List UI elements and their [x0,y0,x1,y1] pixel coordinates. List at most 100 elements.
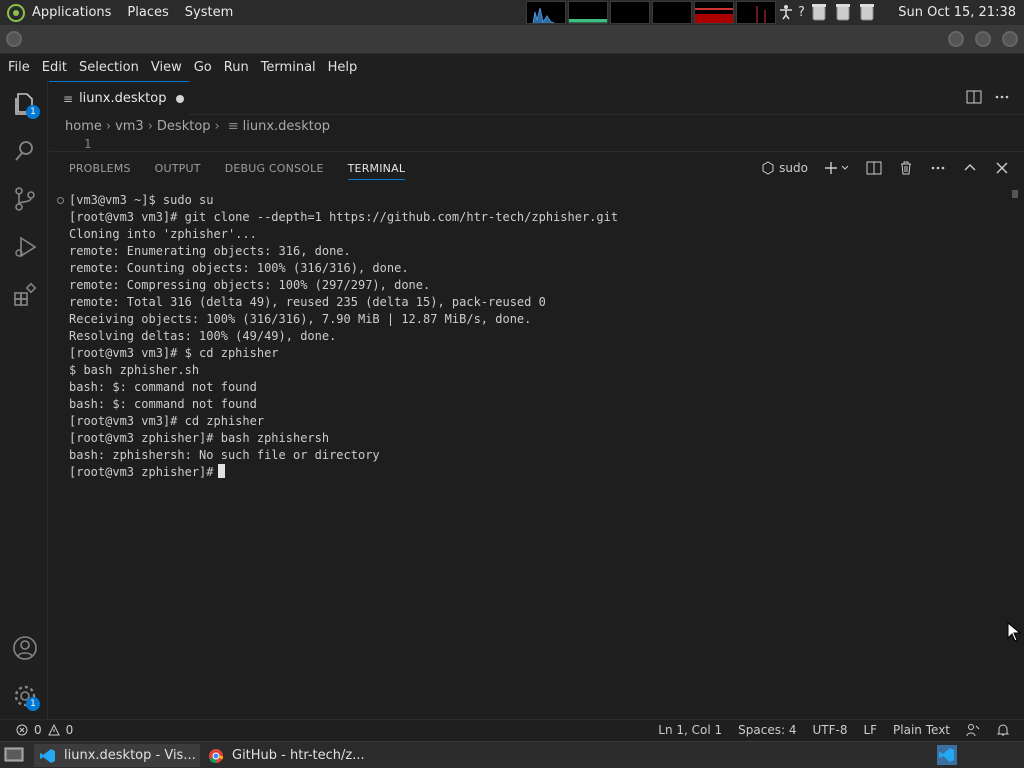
system-monitor-applets [526,1,776,24]
show-desktop-icon[interactable] [4,746,24,764]
cursor-position[interactable]: Ln 1, Col 1 [658,723,722,737]
terminal-prompt: [root@vm3 zphisher]# [69,465,214,479]
taskbar-item-label: liunx.desktop - Vis... [64,748,196,763]
trash-icon[interactable] [857,2,877,22]
accounts-icon[interactable] [12,635,38,661]
warning-icon [47,724,60,736]
unsaved-dot-icon[interactable] [176,94,185,103]
menu-help[interactable]: Help [322,60,364,75]
activity-bar: 1 1 [0,81,48,719]
gnome-foot-icon[interactable] [6,3,26,23]
trash-icon[interactable] [809,2,829,22]
run-debug-icon[interactable] [12,234,38,260]
encoding[interactable]: UTF-8 [812,723,847,737]
taskbar: liunx.desktop - Vis... GitHub - htr-tech… [0,741,1024,768]
swap-monitor-graph[interactable] [652,1,692,24]
trash-icon[interactable] [833,2,853,22]
menu-view[interactable]: View [145,60,188,75]
kill-terminal-trash-icon[interactable] [898,160,914,176]
tab-problems[interactable]: PROBLEMS [69,162,131,180]
new-terminal-button[interactable] [824,161,850,175]
menu-terminal[interactable]: Terminal [255,60,322,75]
feedback-person-icon[interactable] [966,723,980,737]
menu-system[interactable]: System [185,5,233,20]
accessibility-icon[interactable] [778,4,794,20]
menu-applications[interactable]: Applications [32,5,111,20]
mouse-pointer-icon [1007,622,1021,642]
terminal-actions: sudo [761,160,1010,176]
workspace-switcher-icon[interactable] [937,745,957,765]
minimize-button[interactable] [948,31,964,47]
menu-selection[interactable]: Selection [73,60,145,75]
terminal-line: bash: $: command not found [69,380,257,394]
tab-debug-console[interactable]: DEBUG CONSOLE [225,162,324,180]
maximize-panel-chevron-up-icon[interactable] [962,160,978,176]
terminal-line: Cloning into 'zphisher'... [69,227,257,241]
menu-bar: File Edit Selection View Go Run Terminal… [0,54,1024,81]
terminal-line: [root@vm3 vm3]# $ cd zphisher [69,346,279,360]
taskbar-item-vscode[interactable]: liunx.desktop - Vis... [34,744,200,767]
menu-places[interactable]: Places [127,5,168,20]
menu-run[interactable]: Run [218,60,255,75]
breadcrumb-vm3[interactable]: vm3 [115,119,144,134]
vscode-icon [40,748,55,763]
taskbar-item-chrome[interactable]: GitHub - htr-tech/z... [202,744,402,767]
disk-monitor-graph[interactable] [736,1,776,24]
window-menu-button[interactable] [6,31,22,47]
terminal-instance-selector[interactable]: sudo [761,161,808,175]
terminal-scrollbar[interactable] [1012,190,1018,198]
language-mode[interactable]: Plain Text [893,723,950,737]
load-monitor-graph[interactable] [694,1,734,24]
error-icon [16,724,28,736]
tab-terminal[interactable]: TERMINAL [347,162,406,180]
tab-liunx-desktop[interactable]: ≡ liunx.desktop [49,81,189,115]
close-window-button[interactable] [1002,31,1018,47]
terminal-output[interactable]: [vm3@vm3 ~]$ sudo su [root@vm3 vm3]# git … [57,192,1009,481]
notifications-bell-icon[interactable] [996,723,1010,737]
more-actions-icon[interactable] [930,160,946,176]
extensions-icon[interactable] [12,282,38,308]
system-tray: ? [778,2,877,22]
help-icon[interactable]: ? [798,5,805,20]
search-icon[interactable] [12,138,38,164]
chevron-right-icon: › [105,118,112,134]
terminal-shell-label: sudo [779,161,808,175]
tab-output[interactable]: OUTPUT [155,162,201,180]
end-of-line[interactable]: LF [863,723,877,737]
status-bar-right: Ln 1, Col 1 Spaces: 4 UTF-8 LF Plain Tex… [658,723,1010,737]
menu-file[interactable]: File [0,60,36,75]
menu-edit[interactable]: Edit [36,60,73,75]
settings-badge: 1 [26,697,40,711]
status-bar: 0 0 Ln 1, Col 1 Spaces: 4 UTF-8 LF Plain… [0,719,1024,741]
breadcrumb-file[interactable]: liunx.desktop [243,119,330,134]
split-terminal-icon[interactable] [866,160,882,176]
line-number: 1 [84,137,92,151]
memory-monitor-graph[interactable] [568,1,608,24]
network-monitor-graph[interactable] [610,1,650,24]
editor-text-area[interactable]: 1 [49,137,1024,151]
command-decoration-icon[interactable] [57,197,64,204]
problems-status[interactable]: 0 0 [16,723,73,737]
file-lines-icon: ≡ [63,91,74,106]
panel-clock[interactable]: Sun Oct 15, 21:38 [898,0,1020,25]
panel-tabs: PROBLEMS OUTPUT DEBUG CONSOLE TERMINAL [69,162,406,180]
warning-count: 0 [65,723,74,737]
cpu-monitor-graph[interactable] [526,1,566,24]
breadcrumb-home[interactable]: home [65,119,102,134]
top-panel: Applications Places System ? Sun Oct 15,… [0,0,1024,25]
breadcrumb-desktop[interactable]: Desktop [157,119,211,134]
menu-go[interactable]: Go [188,60,218,75]
terminal-line: Resolving deltas: 100% (49/49), done. [69,329,337,343]
close-panel-icon[interactable] [994,160,1010,176]
tab-label: liunx.desktop [79,91,167,106]
terminal-line: bash: $: command not found [69,397,257,411]
more-actions-icon[interactable] [994,89,1010,105]
terminal-line: Receiving objects: 100% (316/316), 7.90 … [69,312,532,326]
plus-icon [825,162,837,174]
indentation[interactable]: Spaces: 4 [738,723,796,737]
terminal-prompt-line[interactable]: [root@vm3 zphisher]# [69,464,1009,481]
split-editor-icon[interactable] [966,89,982,105]
window-titlebar[interactable] [0,25,1024,54]
source-control-icon[interactable] [12,186,38,212]
maximize-button[interactable] [975,31,991,47]
